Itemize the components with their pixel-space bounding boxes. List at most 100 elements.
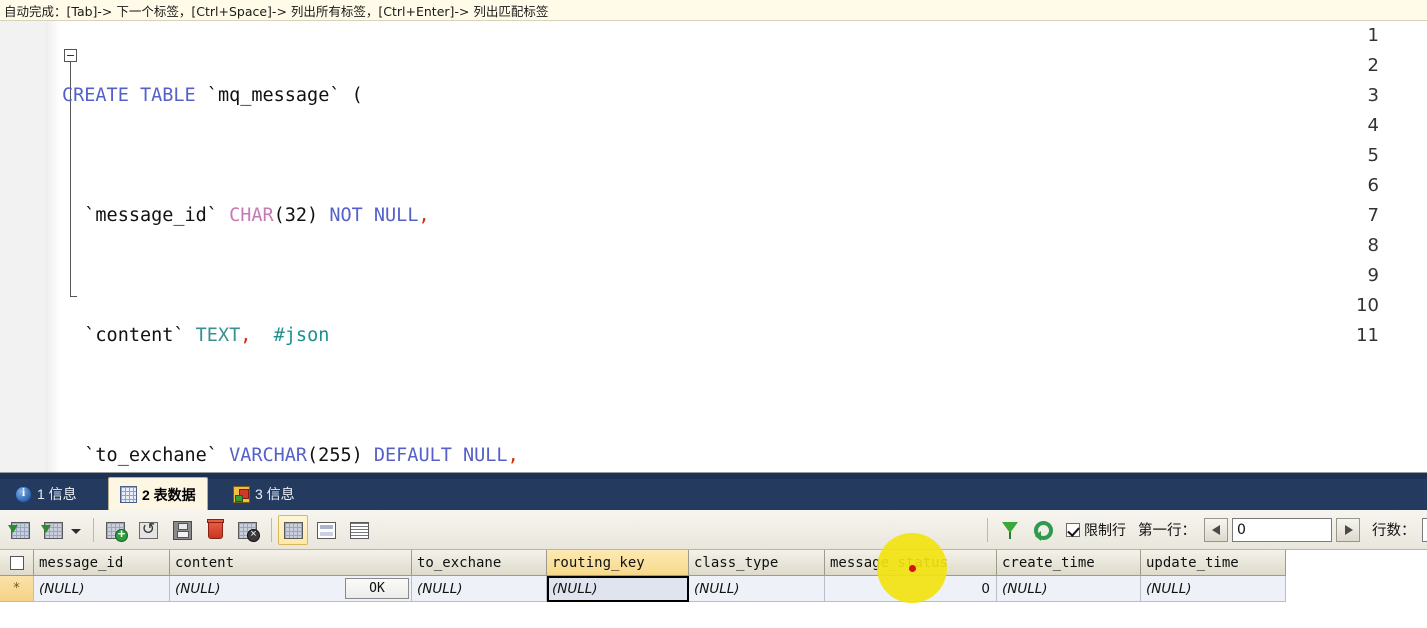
insert-row-button[interactable] bbox=[5, 515, 35, 545]
code-line-3: `content` TEXT, #json bbox=[62, 321, 1427, 351]
cell-message-status[interactable]: 0 bbox=[825, 576, 997, 602]
column-header-message-id[interactable]: message_id bbox=[34, 550, 170, 576]
gutter-shadow bbox=[46, 21, 60, 472]
comma: , bbox=[418, 205, 430, 226]
cell-content-value: (NULL) bbox=[175, 580, 221, 597]
autocomplete-hint-bar: 自动完成：[Tab]-> 下一个标签，[Ctrl+Space]-> 列出所有标签… bbox=[0, 0, 1427, 21]
tab-strip-top-edge bbox=[0, 473, 1427, 479]
floppy-save-icon bbox=[173, 520, 192, 540]
cell-to-exchane[interactable]: (NULL) bbox=[412, 576, 547, 602]
export-grid-button[interactable] bbox=[38, 515, 84, 545]
refresh-button[interactable] bbox=[1027, 515, 1057, 545]
first-row-label: 第一行： bbox=[1138, 523, 1196, 539]
comma: , bbox=[240, 325, 252, 346]
first-row-decrement-button[interactable] bbox=[1204, 517, 1228, 542]
kw-table: TABLE bbox=[139, 85, 196, 106]
row-marker[interactable]: * bbox=[0, 576, 34, 602]
grid-view-icon bbox=[284, 521, 303, 539]
limit-rows-label: 限制行 bbox=[1084, 522, 1126, 539]
plus-badge-icon bbox=[115, 526, 128, 542]
varchar-length: (255) bbox=[307, 445, 363, 466]
info-icon bbox=[15, 485, 32, 503]
autocomplete-hint-text: 自动完成：[Tab]-> 下一个标签，[Ctrl+Space]-> 列出所有标签… bbox=[4, 3, 549, 19]
cell-content[interactable]: (NULL) OK bbox=[170, 576, 412, 602]
trash-icon bbox=[207, 518, 224, 539]
column-header-content[interactable]: content bbox=[170, 550, 412, 576]
data-grid[interactable]: message_id content to_exchane routing_ke… bbox=[0, 550, 1427, 628]
row-count-label: 行数： bbox=[1372, 523, 1416, 539]
cancel-badge-icon bbox=[247, 527, 260, 542]
tab-info-1[interactable]: 1 信息 bbox=[4, 477, 88, 511]
kw-default: DEFAULT bbox=[373, 445, 452, 466]
save-record-button[interactable] bbox=[166, 515, 196, 545]
content-ok-button[interactable]: OK bbox=[345, 578, 409, 599]
row-count-input[interactable]: 1000 bbox=[1421, 517, 1427, 542]
toolbar-separator bbox=[271, 517, 272, 542]
chevron-down-icon[interactable] bbox=[71, 528, 81, 534]
code-line-1: CREATE TABLE `mq_message` ( bbox=[62, 81, 1427, 111]
sql-editor-window: 自动完成：[Tab]-> 下一个标签，[Ctrl+Space]-> 列出所有标签… bbox=[0, 0, 1427, 628]
limit-rows-checkbox[interactable]: 限制行 bbox=[1066, 520, 1126, 540]
tab-info-3[interactable]: 3 信息 bbox=[222, 477, 306, 511]
form-view-button[interactable] bbox=[311, 515, 341, 545]
select-all-checkbox-icon[interactable] bbox=[9, 555, 24, 570]
column-header-class-type[interactable]: class_type bbox=[689, 550, 825, 576]
inline-comment-json: #json bbox=[273, 325, 330, 346]
col-to-exchane: `to_exchane` bbox=[84, 445, 218, 466]
data-grid-header-row: message_id content to_exchane routing_ke… bbox=[0, 550, 1427, 576]
column-header-to-exchane[interactable]: to_exchane bbox=[412, 550, 547, 576]
cell-routing-key[interactable]: (NULL) bbox=[547, 576, 689, 602]
refresh-icon bbox=[1034, 520, 1053, 541]
cell-update-time[interactable]: (NULL) bbox=[1141, 576, 1286, 602]
table-row[interactable]: * (NULL) (NULL) OK (NULL) (NULL) (NULL) … bbox=[0, 576, 1427, 602]
type-text: TEXT bbox=[195, 325, 241, 346]
form-view-icon bbox=[317, 521, 336, 539]
col-content: `content` bbox=[84, 325, 185, 346]
type-varchar: VARCHAR bbox=[229, 445, 308, 466]
text-view-button[interactable] bbox=[344, 515, 374, 545]
sql-code-area[interactable]: CREATE TABLE `mq_message` ( `message_id`… bbox=[62, 21, 1427, 472]
checkbox-box[interactable] bbox=[1066, 522, 1080, 537]
kw-null: NULL bbox=[463, 445, 508, 466]
add-record-button[interactable] bbox=[100, 515, 130, 545]
comma: , bbox=[507, 445, 519, 466]
green-arrow-icon bbox=[41, 524, 51, 533]
grid-view-button[interactable] bbox=[278, 514, 308, 545]
tab-label: 2 表数据 bbox=[142, 486, 196, 503]
kw-null: NULL bbox=[373, 205, 419, 226]
col-message-id: `message_id` bbox=[84, 205, 218, 226]
first-row-input[interactable]: 0 bbox=[1232, 517, 1332, 542]
tab-label: 3 信息 bbox=[255, 486, 295, 502]
sql-editor[interactable]: 1 2 3 4 5 6 7 8 9 10 11 CREATE TABLE `mq… bbox=[0, 21, 1427, 472]
column-header-routing-key[interactable]: routing_key bbox=[547, 550, 689, 576]
kw-not: NOT bbox=[329, 205, 363, 226]
column-header-create-time[interactable]: create_time bbox=[997, 550, 1141, 576]
refresh-record-button[interactable] bbox=[133, 515, 163, 545]
toolbar-separator bbox=[93, 517, 94, 542]
funnel-stem-icon bbox=[1009, 531, 1011, 539]
column-header-update-time[interactable]: update_time bbox=[1141, 550, 1286, 576]
code-line-4: `to_exchane` VARCHAR(255) DEFAULT NULL, bbox=[62, 441, 1427, 471]
cell-create-time[interactable]: (NULL) bbox=[997, 576, 1141, 602]
cell-class-type[interactable]: (NULL) bbox=[689, 576, 825, 602]
char-length: (32) bbox=[273, 205, 319, 226]
cancel-record-button[interactable] bbox=[232, 515, 262, 545]
table-name: `mq_message` bbox=[206, 85, 341, 106]
select-all-corner[interactable] bbox=[0, 550, 34, 576]
code-line-2: `message_id` CHAR(32) NOT NULL, bbox=[62, 201, 1427, 231]
kw-create: CREATE bbox=[62, 85, 129, 106]
grid-icon bbox=[120, 486, 137, 503]
line-number-gutter bbox=[0, 21, 47, 472]
delete-record-button[interactable] bbox=[199, 515, 229, 545]
toolbar-separator bbox=[987, 517, 988, 542]
tab-label: 1 信息 bbox=[37, 486, 77, 502]
first-row-increment-button[interactable] bbox=[1336, 517, 1360, 542]
chart-icon bbox=[233, 485, 250, 503]
type-char: CHAR bbox=[229, 205, 274, 226]
cell-message-id[interactable]: (NULL) bbox=[34, 576, 170, 602]
green-arrow-icon bbox=[8, 524, 18, 533]
data-grid-toolbar: 限制行 第一行： 0 行数： 1000 bbox=[0, 510, 1427, 550]
column-header-message-status[interactable]: message_status bbox=[825, 550, 997, 576]
tab-table-data[interactable]: 2 表数据 bbox=[108, 477, 208, 511]
filter-button[interactable] bbox=[994, 515, 1024, 545]
